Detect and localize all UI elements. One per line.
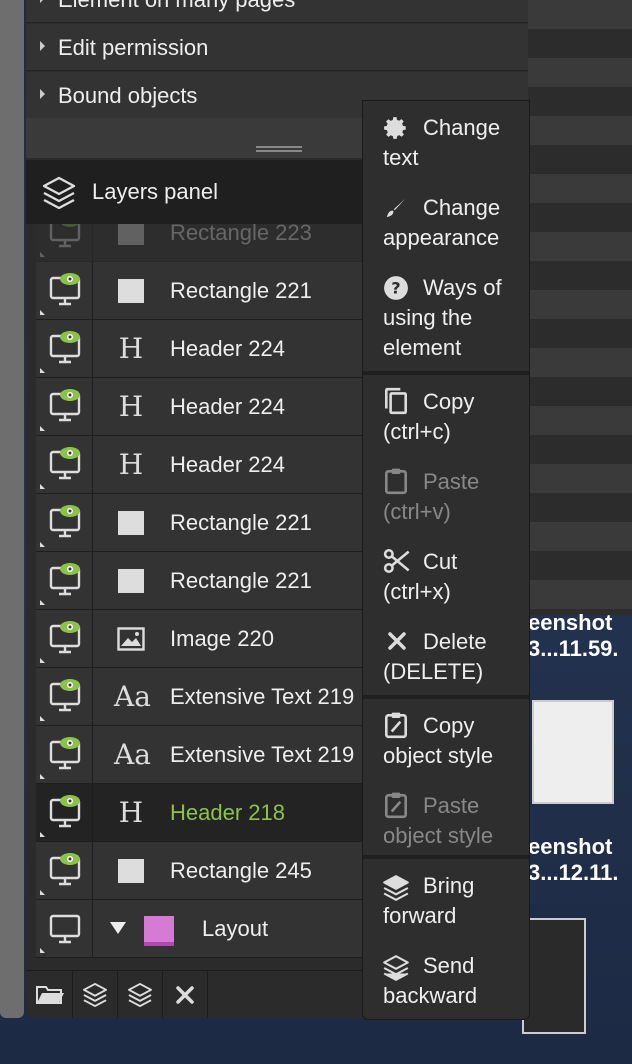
layer-name: Rectangle 221 xyxy=(170,568,312,593)
text-icon: Aa xyxy=(114,680,151,713)
layer-name: Header 224 xyxy=(170,336,285,361)
menu-item-ways-of-using[interactable]: ? Ways of using the element xyxy=(363,271,529,371)
layer-name: Image 220 xyxy=(170,626,274,651)
layer-name: Rectangle 245 xyxy=(170,858,312,883)
layers-icon xyxy=(82,982,108,1008)
close-button[interactable] xyxy=(163,971,208,1018)
menu-item-paste-style[interactable]: Paste object style xyxy=(363,789,529,859)
visibility-on-icon[interactable] xyxy=(36,842,93,899)
layer-name: Rectangle 223 xyxy=(170,224,312,245)
svg-text:?: ? xyxy=(391,278,400,297)
header-icon: H xyxy=(118,796,144,829)
background-window xyxy=(528,0,632,615)
bring-forward-icon xyxy=(383,875,409,901)
image-icon xyxy=(114,622,148,656)
menu-item-change-appearance[interactable]: Change appearance xyxy=(363,191,529,261)
rectangle-icon xyxy=(114,274,148,308)
visibility-on-icon[interactable] xyxy=(36,784,93,841)
accordion-label: Edit permission xyxy=(58,35,209,60)
menu-item-copy[interactable]: Copy (ctrl+c) xyxy=(363,385,529,455)
visibility-on-icon[interactable] xyxy=(36,320,93,377)
layer-name: Rectangle 221 xyxy=(170,510,312,535)
visibility-off-icon[interactable] xyxy=(36,900,93,957)
open-folder-button[interactable] xyxy=(28,971,73,1018)
layer-name: Header 224 xyxy=(170,394,285,419)
expand-triangle-icon xyxy=(40,89,45,99)
visibility-on-icon[interactable] xyxy=(36,552,93,609)
desktop-screenshot-label[interactable]: eenshot 3...12.11. xyxy=(528,834,619,886)
layers-icon xyxy=(40,174,78,217)
accordion-edit-permission[interactable]: Edit permission xyxy=(26,24,528,71)
visibility-on-icon[interactable] xyxy=(36,262,93,319)
send-backward-icon xyxy=(383,955,409,981)
header-icon: H xyxy=(118,390,144,423)
brush-icon xyxy=(386,198,406,218)
desktop-screenshot-thumbnail[interactable] xyxy=(522,918,586,1034)
gear-icon xyxy=(384,117,406,139)
layer-name: Header 224 xyxy=(170,452,285,477)
accordion-label: Bound objects xyxy=(58,83,198,108)
layer-up-button[interactable] xyxy=(73,971,118,1018)
context-menu: Change text Change appearance ? Ways of … xyxy=(362,100,530,1020)
layer-down-button[interactable] xyxy=(118,971,163,1018)
accordion-label: Element on many pages xyxy=(58,0,295,13)
visibility-on-icon[interactable] xyxy=(36,610,93,667)
menu-item-paste[interactable]: Paste (ctrl+v) xyxy=(363,465,529,535)
rectangle-icon xyxy=(114,854,148,888)
window-edge xyxy=(0,0,24,1018)
visibility-on-icon[interactable] xyxy=(36,224,93,261)
menu-item-bring-forward[interactable]: Bring forward xyxy=(363,871,529,941)
layers-icon xyxy=(127,982,153,1008)
header-icon: H xyxy=(118,332,144,365)
menu-item-copy-style[interactable]: Copy object style xyxy=(363,709,529,779)
folder-icon xyxy=(36,986,64,1004)
close-icon xyxy=(176,986,194,1004)
desktop-screenshot-label[interactable]: eenshot 3...11.59. xyxy=(528,610,619,662)
visibility-on-icon[interactable] xyxy=(36,668,93,725)
accordion-element-on-many-pages[interactable]: Element on many pages xyxy=(26,0,528,23)
visibility-on-icon[interactable] xyxy=(36,726,93,783)
expand-arrow-icon[interactable] xyxy=(110,922,126,934)
visibility-on-icon[interactable] xyxy=(36,436,93,493)
delete-icon xyxy=(388,632,406,650)
expand-triangle-icon xyxy=(40,41,45,51)
desktop-screenshot-thumbnail[interactable] xyxy=(532,700,614,804)
rectangle-icon xyxy=(114,564,148,598)
paste-style-icon xyxy=(385,792,407,819)
visibility-on-icon[interactable] xyxy=(36,494,93,551)
clipboard-icon xyxy=(385,468,407,495)
rectangle-icon xyxy=(114,506,148,540)
menu-item-delete[interactable]: Delete (DELETE) xyxy=(363,625,529,695)
copy-icon xyxy=(385,387,407,415)
layer-name: Rectangle 221 xyxy=(170,278,312,303)
help-icon: ? xyxy=(384,276,408,300)
rectangle-icon xyxy=(114,224,148,250)
menu-item-change-text[interactable]: Change text xyxy=(363,111,529,181)
expand-triangle-icon xyxy=(40,0,45,3)
header-icon: H xyxy=(118,448,144,481)
layer-name: Extensive Text 219 xyxy=(170,742,355,767)
layout-icon xyxy=(142,912,176,946)
copy-style-icon xyxy=(385,712,407,739)
visibility-on-icon[interactable] xyxy=(36,378,93,435)
scissors-icon xyxy=(383,548,410,574)
text-icon: Aa xyxy=(114,738,151,771)
layer-name: Layout xyxy=(202,916,269,941)
layers-panel-title: Layers panel xyxy=(92,179,218,204)
menu-item-cut[interactable]: Cut (ctrl+x) xyxy=(363,545,529,615)
layer-name: Header 218 xyxy=(170,800,285,825)
layer-name: Extensive Text 219 xyxy=(170,684,355,709)
menu-item-send-backward[interactable]: Send backward xyxy=(363,951,529,1019)
